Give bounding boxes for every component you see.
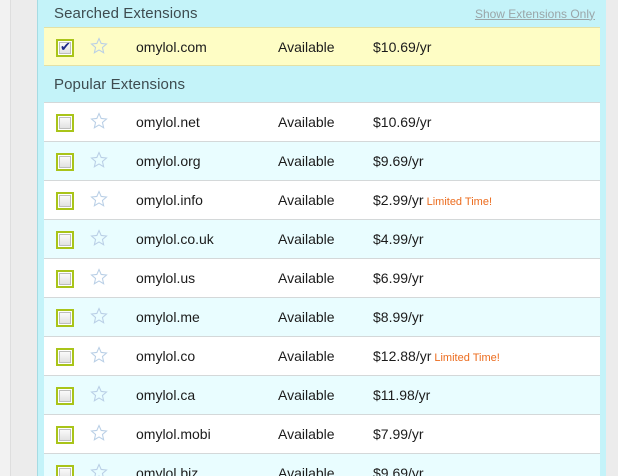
star-outline-icon[interactable] xyxy=(90,307,108,325)
domain-row[interactable]: omylol.biz Available $9.69/yr xyxy=(44,453,600,476)
select-checkbox[interactable] xyxy=(56,465,74,476)
select-checkbox[interactable] xyxy=(56,309,74,327)
domain-name: omylol.org xyxy=(136,153,201,169)
availability-status: Available xyxy=(278,270,335,286)
searched-extensions-header: Searched Extensions Show Extensions Only xyxy=(38,0,606,27)
availability-status: Available xyxy=(278,309,335,325)
star-outline-icon[interactable] xyxy=(90,346,108,364)
select-checkbox[interactable] xyxy=(56,426,74,444)
checkbox-box xyxy=(59,312,71,324)
domain-name: omylol.com xyxy=(136,39,207,55)
star-outline-icon[interactable] xyxy=(90,112,108,130)
checkbox-box xyxy=(59,351,71,363)
popular-extensions-header: Popular Extensions xyxy=(38,66,606,102)
domain-name: omylol.co xyxy=(136,348,196,364)
star-outline-icon[interactable] xyxy=(90,151,108,169)
availability-status: Available xyxy=(278,192,335,208)
checkbox-box xyxy=(59,117,71,129)
availability-status: Available xyxy=(278,426,335,442)
select-checkbox[interactable] xyxy=(56,231,74,249)
checkbox-box xyxy=(59,273,71,285)
availability-status: Available xyxy=(278,39,335,55)
price: $12.88/yr xyxy=(373,348,432,364)
show-extensions-only-link[interactable]: Show Extensions Only xyxy=(475,7,595,21)
price-cell: $12.88/yr Limited Time! xyxy=(373,348,500,364)
select-checkbox[interactable] xyxy=(56,153,74,171)
select-checkbox[interactable] xyxy=(56,348,74,366)
price-cell: $4.99/yr xyxy=(373,231,424,247)
select-checkbox[interactable] xyxy=(56,192,74,210)
price: $7.99/yr xyxy=(373,426,424,442)
domain-row[interactable]: omylol.mobi Available $7.99/yr xyxy=(44,414,600,453)
domain-row[interactable]: omylol.ca Available $11.98/yr xyxy=(44,375,600,414)
availability-status: Available xyxy=(278,465,335,476)
price: $8.99/yr xyxy=(373,309,424,325)
select-checkbox[interactable]: ✔ xyxy=(56,39,74,57)
checkbox-box xyxy=(59,429,71,441)
domain-name: omylol.co.uk xyxy=(136,231,214,247)
price: $11.98/yr xyxy=(373,387,431,403)
availability-status: Available xyxy=(278,387,335,403)
domain-name: omylol.ca xyxy=(136,387,196,403)
domain-row[interactable]: omylol.org Available $9.69/yr xyxy=(44,141,600,180)
price: $9.69/yr xyxy=(373,465,424,476)
star-outline-icon[interactable] xyxy=(90,190,108,208)
checkbox-box xyxy=(59,390,71,402)
page-left-edge xyxy=(0,0,11,476)
domain-row[interactable]: omylol.net Available $10.69/yr xyxy=(44,102,600,141)
checkbox-box xyxy=(59,468,71,476)
checkbox-box xyxy=(59,195,71,207)
domain-name: omylol.info xyxy=(136,192,203,208)
domain-name: omylol.net xyxy=(136,114,200,130)
domain-name: omylol.me xyxy=(136,309,200,325)
price-cell: $11.98/yr xyxy=(373,387,430,403)
select-checkbox[interactable] xyxy=(56,387,74,405)
price-cell: $2.99/yr Limited Time! xyxy=(373,192,492,208)
domain-name: omylol.us xyxy=(136,270,196,286)
domain-row[interactable]: omylol.co.uk Available $4.99/yr xyxy=(44,219,600,258)
price-cell: $10.69/yr xyxy=(373,114,431,130)
star-outline-icon[interactable] xyxy=(90,229,108,247)
price: $10.69/yr xyxy=(373,114,432,130)
domain-row[interactable]: ✔ omylol.com Available $10.69/yr xyxy=(44,27,600,66)
extensions-panel: Searched Extensions Show Extensions Only… xyxy=(37,0,607,476)
availability-status: Available xyxy=(278,114,335,130)
price-cell: $9.69/yr xyxy=(373,153,424,169)
domain-row[interactable]: omylol.me Available $8.99/yr xyxy=(44,297,600,336)
checkmark-icon: ✔ xyxy=(60,39,71,54)
availability-status: Available xyxy=(278,153,335,169)
star-outline-icon[interactable] xyxy=(90,385,108,403)
checkbox-box xyxy=(59,234,71,246)
domain-name: omylol.biz xyxy=(136,465,199,476)
price: $4.99/yr xyxy=(373,231,424,247)
price-cell: $8.99/yr xyxy=(373,309,424,325)
select-checkbox[interactable] xyxy=(56,114,74,132)
star-outline-icon[interactable] xyxy=(90,424,108,442)
price: $9.69/yr xyxy=(373,153,424,169)
star-outline-icon[interactable] xyxy=(90,268,108,286)
star-outline-icon[interactable] xyxy=(90,463,108,476)
searched-extensions-title: Searched Extensions xyxy=(54,5,198,22)
price: $6.99/yr xyxy=(373,270,424,286)
price-cell: $6.99/yr xyxy=(373,270,424,286)
checkbox-box xyxy=(59,156,71,168)
searched-list: ✔ omylol.com Available $10.69/yr xyxy=(44,27,600,66)
price: $2.99/yr xyxy=(373,192,424,208)
domain-name: omylol.mobi xyxy=(136,426,211,442)
select-checkbox[interactable] xyxy=(56,270,74,288)
star-outline-icon[interactable] xyxy=(90,37,108,55)
price: $10.69/yr xyxy=(373,39,432,55)
domain-row[interactable]: omylol.us Available $6.99/yr xyxy=(44,258,600,297)
limited-time-badge: Limited Time! xyxy=(434,352,500,364)
availability-status: Available xyxy=(278,348,335,364)
availability-status: Available xyxy=(278,231,335,247)
limited-time-badge: Limited Time! xyxy=(426,196,493,208)
price-cell: $7.99/yr xyxy=(373,426,424,442)
domain-row[interactable]: omylol.info Available $2.99/yr Limited Time… xyxy=(44,180,600,219)
popular-extensions-title: Popular Extensions xyxy=(54,75,186,93)
popular-list: omylol.net Available $10.69/yr omylol.org Av… xyxy=(44,102,600,476)
price-cell: $9.69/yr xyxy=(373,465,424,476)
domain-row[interactable]: omylol.co Available $12.88/yr Limited Time! xyxy=(44,336,600,375)
page-right-edge xyxy=(606,0,618,476)
